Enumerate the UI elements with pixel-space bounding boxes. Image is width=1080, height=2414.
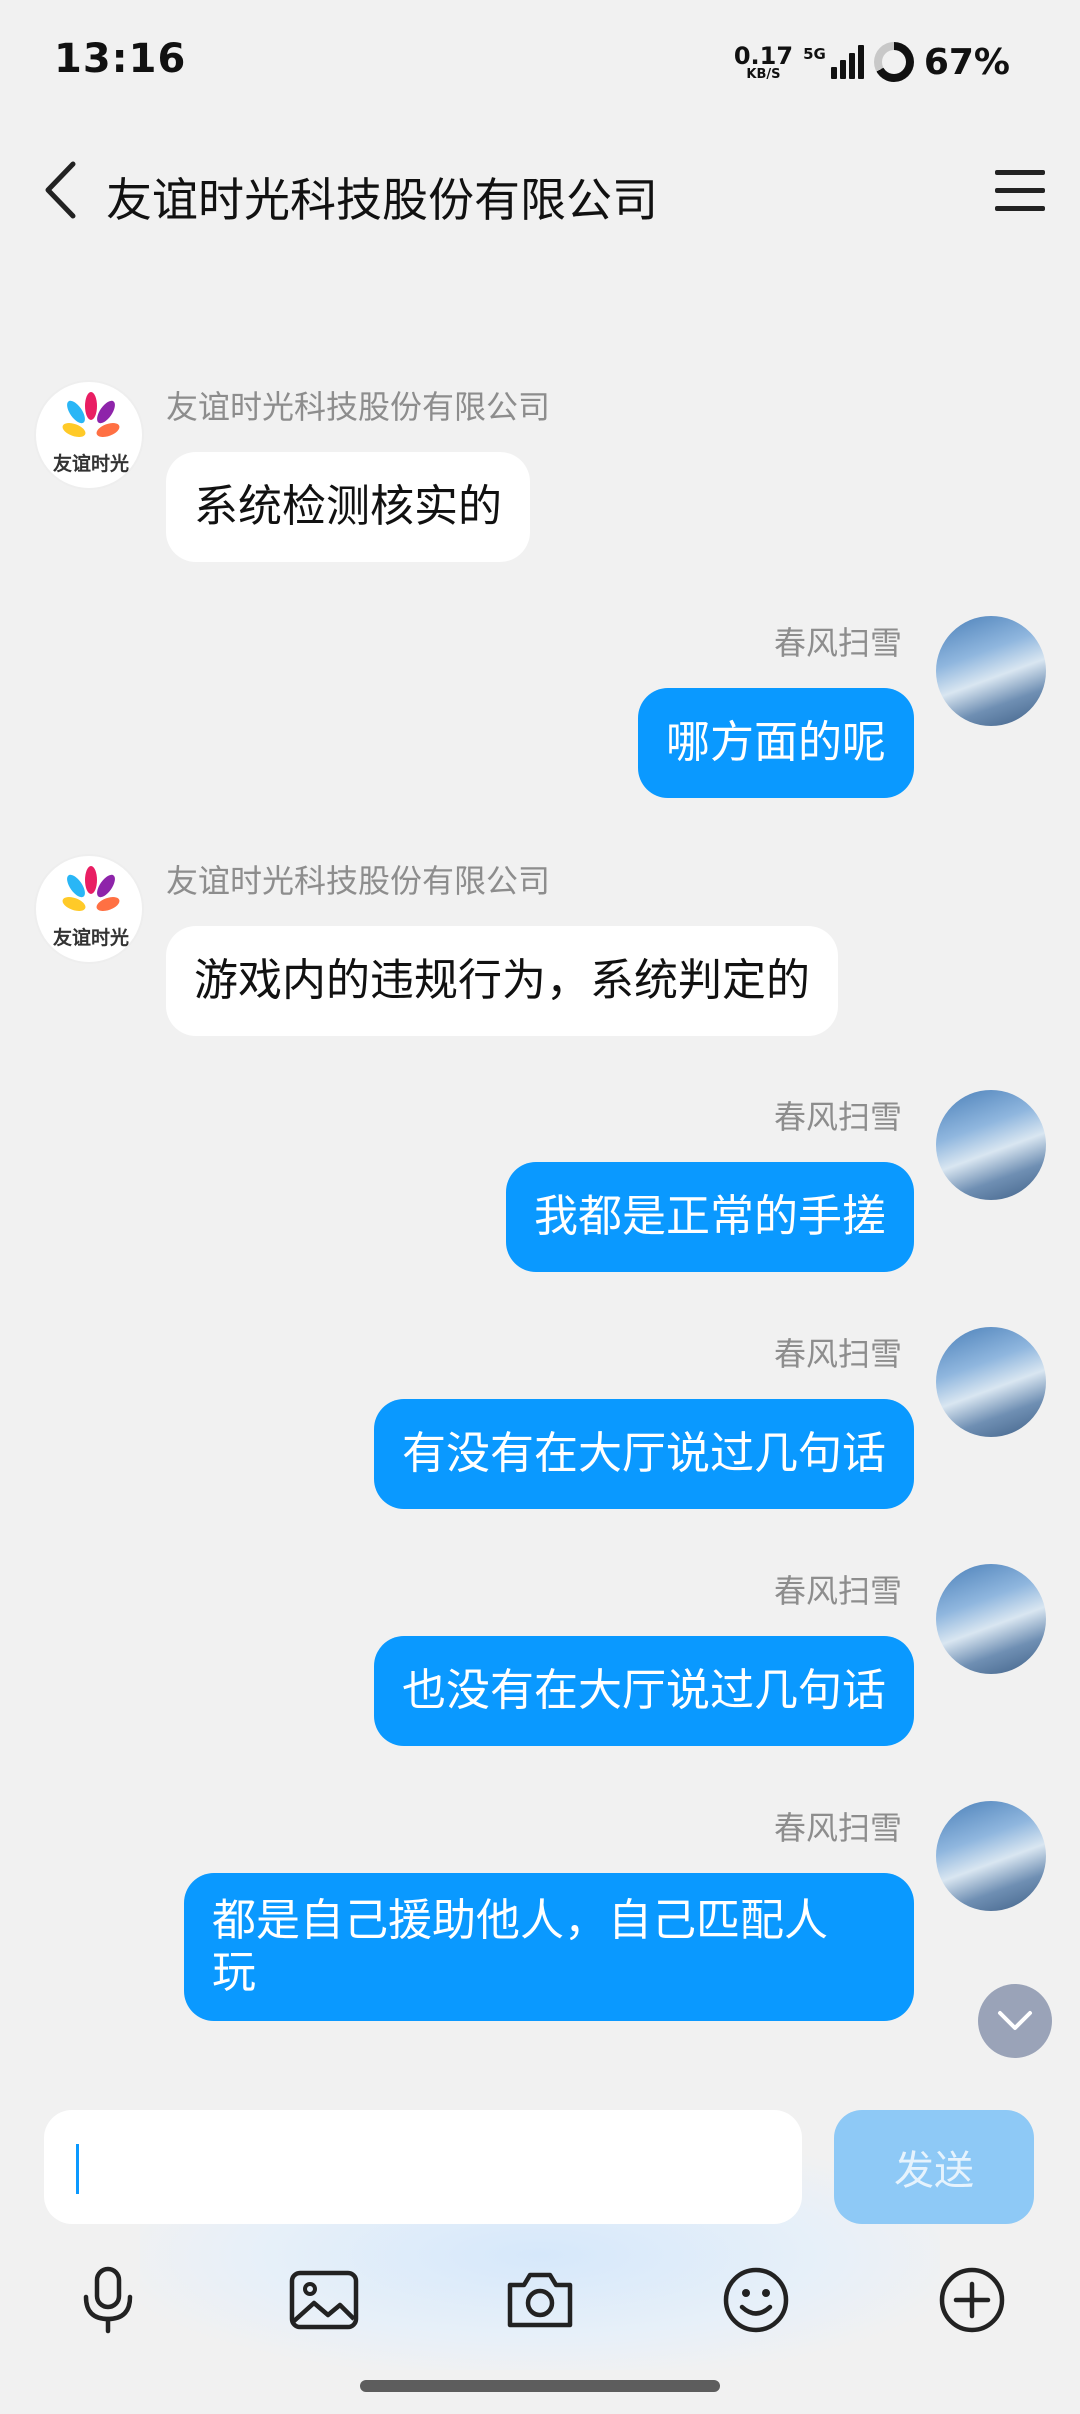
user-avatar[interactable] bbox=[936, 1327, 1046, 1437]
network-speed-value: 0.17 bbox=[733, 41, 794, 70]
emoji-icon[interactable] bbox=[716, 2260, 796, 2340]
signal-icon: 5G bbox=[803, 45, 864, 79]
plus-icon[interactable] bbox=[932, 2260, 1012, 2340]
user-avatar[interactable] bbox=[936, 1801, 1046, 1911]
microphone-icon[interactable] bbox=[68, 2260, 148, 2340]
user-avatar[interactable] bbox=[936, 1090, 1046, 1200]
text-caret bbox=[76, 2144, 79, 2194]
menu-icon-line bbox=[995, 169, 1045, 175]
chevron-left-icon bbox=[45, 161, 76, 219]
message-bubble[interactable]: 我都是正常的手搓 bbox=[506, 1162, 914, 1272]
send-button[interactable]: 发送 bbox=[834, 2110, 1034, 2224]
company-logo-icon: 友谊时光 bbox=[53, 392, 129, 475]
sender-name: 春风扫雪 bbox=[773, 624, 902, 662]
message-line: 玩 bbox=[212, 1947, 256, 1998]
network-speed: 0.17 KB/S bbox=[734, 44, 793, 81]
message-bubble[interactable]: 有没有在大厅说过几句话 bbox=[374, 1399, 914, 1509]
message-input[interactable] bbox=[44, 2110, 802, 2224]
sender-name: 春风扫雪 bbox=[773, 1809, 902, 1847]
message-bubble[interactable]: 哪方面的呢 bbox=[638, 688, 914, 798]
message-bubble[interactable]: 系统检测核实的 bbox=[166, 452, 530, 562]
svg-text:友谊时光: 友谊时光 bbox=[53, 926, 129, 949]
message-line: 都是自己援助他人，自己匹配人 bbox=[212, 1895, 828, 1946]
company-logo-icon: 友谊时光 bbox=[53, 866, 129, 949]
svg-text:友谊时光: 友谊时光 bbox=[53, 452, 129, 475]
chevron-down-icon bbox=[998, 2011, 1032, 2030]
scroll-to-bottom-button[interactable] bbox=[978, 1984, 1052, 2058]
image-icon[interactable] bbox=[284, 2260, 364, 2340]
user-avatar[interactable] bbox=[936, 1564, 1046, 1674]
network-type: 5G bbox=[803, 45, 826, 63]
menu-icon-line bbox=[995, 187, 1045, 193]
network-speed-unit: KB/S bbox=[746, 66, 781, 82]
sender-name: 春风扫雪 bbox=[773, 1098, 902, 1136]
message-bubble[interactable]: 也没有在大厅说过几句话 bbox=[374, 1636, 914, 1746]
sender-name: 友谊时光科技股份有限公司 bbox=[166, 388, 551, 426]
sender-name: 春风扫雪 bbox=[773, 1572, 902, 1610]
status-indicators: 0.17 KB/S 5G 67% bbox=[734, 40, 1010, 84]
camera-icon[interactable] bbox=[500, 2260, 580, 2340]
company-avatar[interactable]: 友谊时光 bbox=[34, 380, 144, 490]
user-avatar[interactable] bbox=[936, 616, 1046, 726]
home-indicator[interactable] bbox=[360, 2380, 720, 2392]
chat-header: 友谊时光科技股份有限公司 bbox=[0, 140, 1080, 240]
sender-name: 友谊时光科技股份有限公司 bbox=[166, 862, 551, 900]
battery-icon bbox=[873, 42, 914, 82]
sender-name: 春风扫雪 bbox=[773, 1335, 902, 1373]
menu-button[interactable] bbox=[988, 160, 1052, 220]
back-button[interactable] bbox=[30, 160, 90, 220]
chat-title: 友谊时光科技股份有限公司 bbox=[106, 173, 658, 227]
company-avatar[interactable]: 友谊时光 bbox=[34, 854, 144, 964]
message-bubble[interactable]: 都是自己援助他人，自己匹配人 玩 bbox=[184, 1873, 914, 2021]
status-time: 13:16 bbox=[54, 36, 187, 82]
menu-icon-line bbox=[995, 205, 1045, 211]
status-bar: 13:16 0.17 KB/S 5G 67% bbox=[0, 0, 1080, 125]
message-bubble[interactable]: 游戏内的违规行为，系统判定的 bbox=[166, 926, 838, 1036]
battery-percent: 67% bbox=[923, 41, 1010, 83]
